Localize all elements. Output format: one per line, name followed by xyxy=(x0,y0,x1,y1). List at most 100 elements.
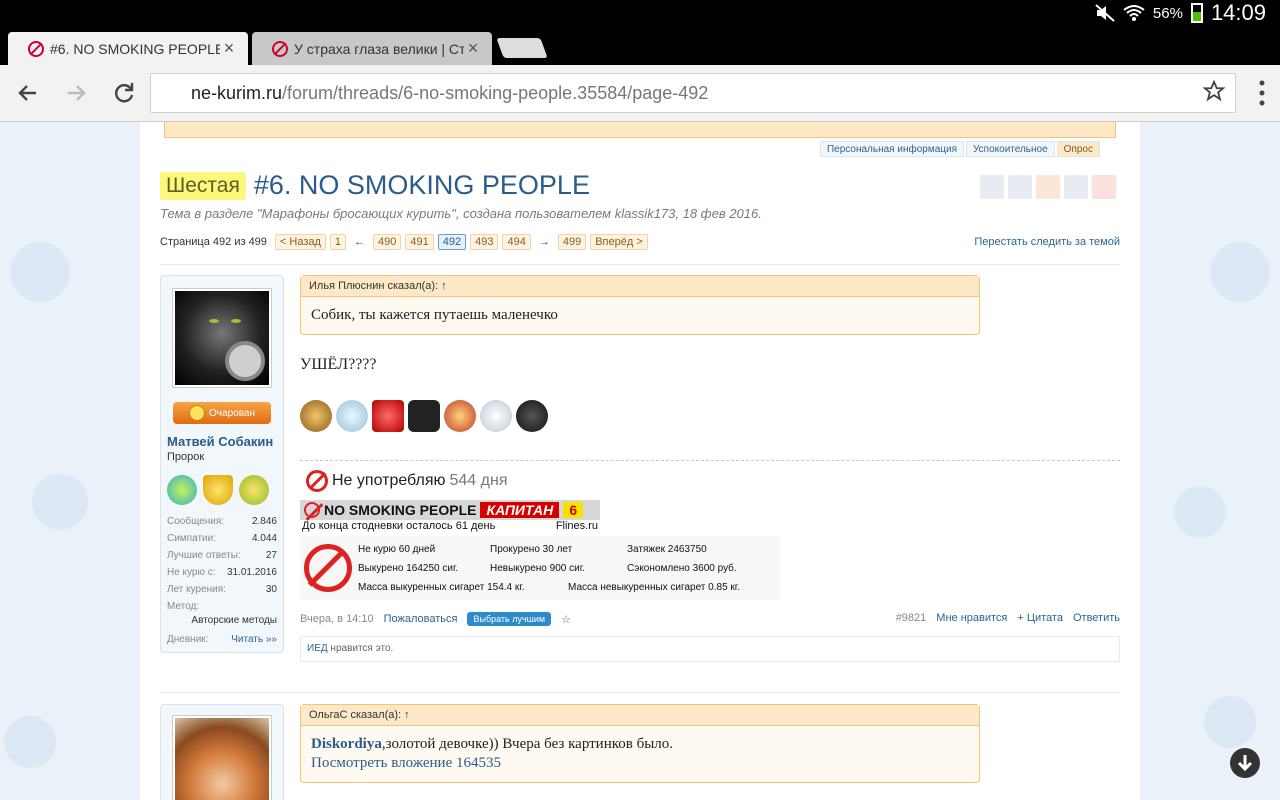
bookmark-star-icon[interactable] xyxy=(1203,80,1225,102)
avatar[interactable] xyxy=(172,715,272,800)
mood-badge[interactable]: Очарован xyxy=(173,402,271,424)
signature-banner[interactable]: NO SMOKING PEOPLE КАПИТАН 6 xyxy=(300,500,600,520)
attachment-link[interactable]: Посмотреть вложение 164535 xyxy=(311,755,969,772)
facebook-share-icon[interactable] xyxy=(1008,175,1032,199)
stat-puffs: Затяжек 2463750 xyxy=(627,544,707,555)
no-smoking-icon xyxy=(306,470,328,492)
tab-strakh-glaza[interactable]: У страха глаза велики | Стр × xyxy=(252,32,492,65)
banner-days-left: До конца стодневки осталось 61 день xyxy=(302,520,496,532)
trophy-globe-icon[interactable] xyxy=(167,475,197,505)
profile-subtabs: Персональная информация Успокоительное О… xyxy=(819,141,1100,157)
pager-right-arrow[interactable]: → xyxy=(535,236,554,248)
google-share-icon[interactable] xyxy=(1092,175,1116,199)
browser-toolbar: ne-kurim.ru/forum/threads/6-no-smoking-p… xyxy=(0,65,1280,122)
trophy-medal-icon[interactable] xyxy=(203,475,233,505)
reply-link[interactable]: Ответить xyxy=(1073,612,1120,624)
pager-left-arrow[interactable]: ← xyxy=(350,236,369,248)
thread-prefix: Шестая xyxy=(160,171,246,200)
divider xyxy=(160,264,1120,265)
subtab-personal-info[interactable]: Персональная информация xyxy=(819,141,964,157)
tab-title: У страха глаза велики | Стр xyxy=(294,40,464,57)
new-tab-button[interactable] xyxy=(496,38,548,58)
no-smoking-label: Не употребляю xyxy=(332,472,446,489)
banner-rank: КАПИТАН xyxy=(480,502,560,518)
tab-strip: #6. NO SMOKING PEOPLE | Стр × У страха г… xyxy=(0,26,1280,65)
quote-block: Илья Плюснин сказал(а): ↑ Собик, ты каже… xyxy=(300,275,980,335)
no-smoking-days: 544 дня xyxy=(449,472,508,489)
stat-smoked-cigs: Выкурено 164250 сиг. xyxy=(358,563,459,574)
quote-body: Собик, ты кажется путаешь маленечко xyxy=(311,307,558,323)
page-link[interactable]: 491 xyxy=(405,234,434,250)
page-link[interactable]: 490 xyxy=(373,234,402,250)
user-title: Пророк xyxy=(167,451,205,463)
best-answer-button[interactable]: Выбрать лучшим xyxy=(467,612,552,626)
quote-header[interactable]: ОльгаС сказал(а): ↑ xyxy=(301,705,979,726)
prev-page-button[interactable]: < Назад xyxy=(274,234,326,250)
back-arrow-icon[interactable] xyxy=(14,79,42,107)
stat-row: Лучшие ответы: 27 xyxy=(167,550,277,561)
unwatch-thread-link[interactable]: Перестать следить за темой xyxy=(974,236,1120,248)
forward-arrow-icon[interactable] xyxy=(62,79,90,107)
user-card xyxy=(160,704,284,800)
page-link-current[interactable]: 492 xyxy=(437,234,467,250)
stop-hand-smiley-icon xyxy=(372,400,404,432)
vk-share-icon[interactable] xyxy=(980,175,1004,199)
no-smoking-icon xyxy=(304,502,320,518)
url-domain: ne-kurim.ru xyxy=(191,82,283,103)
doctor-smiley-icon xyxy=(480,400,512,432)
mailru-share-icon[interactable] xyxy=(1064,175,1088,199)
stat-unsmoked-mass: Масса невыкуренных сигарет 0.85 кг. xyxy=(568,582,740,593)
close-tab-icon[interactable]: × xyxy=(464,38,482,59)
likes-summary: ИЕД нравится это. xyxy=(300,636,1120,662)
close-tab-icon[interactable]: × xyxy=(220,38,238,59)
tab-title: #6. NO SMOKING PEOPLE | Стр xyxy=(50,40,220,57)
thread-meta: Тема в разделе "Марафоны бросающих курит… xyxy=(160,206,762,221)
page-link-first[interactable]: 1 xyxy=(329,234,347,250)
banner-number: 6 xyxy=(563,502,584,518)
banner-title: NO SMOKING PEOPLE xyxy=(324,502,477,518)
stat-row: Лет курения: 30 xyxy=(167,584,277,595)
trophy-arrow-icon[interactable] xyxy=(239,475,269,505)
page-link-last[interactable]: 499 xyxy=(557,234,587,250)
next-page-button[interactable]: Вперёд > xyxy=(590,234,648,250)
stat-row: Не курю с: 31.01.2016 xyxy=(167,567,277,578)
banner-subtitle: До конца стодневки осталось 61 день Flin… xyxy=(300,520,600,532)
address-bar[interactable]: ne-kurim.ru/forum/threads/6-no-smoking-p… xyxy=(150,73,1236,113)
subtab-poll[interactable]: Опрос xyxy=(1056,141,1100,157)
share-buttons xyxy=(980,175,1116,199)
subtab-sedative[interactable]: Успокоительное xyxy=(965,141,1055,157)
username[interactable]: Матвей Собакин xyxy=(167,434,283,449)
quote-text: ,золотой девочке)) Вчера без картинков б… xyxy=(381,736,674,752)
reload-icon[interactable] xyxy=(110,79,138,107)
quote-header[interactable]: Илья Плюснин сказал(а): ↑ xyxy=(301,276,979,297)
crystal-ball-smiley-icon xyxy=(336,400,368,432)
forum-content: Персональная информация Успокоительное О… xyxy=(140,122,1140,800)
post-number[interactable]: #9821 xyxy=(896,612,927,624)
report-link[interactable]: Пожаловаться xyxy=(384,613,458,625)
battery-icon xyxy=(1190,3,1203,23)
divider xyxy=(160,692,1120,693)
page-link[interactable]: 494 xyxy=(502,234,531,250)
site-favicon-icon xyxy=(272,40,288,57)
page-link[interactable]: 493 xyxy=(470,234,499,250)
like-link[interactable]: Мне нравится xyxy=(936,612,1007,624)
user-card: Очарован Матвей Собакин Пророк Сообщения… xyxy=(160,275,284,653)
tab-no-smoking-people[interactable]: #6. NO SMOKING PEOPLE | Стр × xyxy=(8,32,248,65)
favorite-star-icon[interactable]: ☆ xyxy=(561,613,571,626)
thread-title: #6. NO SMOKING PEOPLE xyxy=(253,170,590,200)
quoted-username[interactable]: Diskordiya xyxy=(311,736,382,752)
avatar[interactable] xyxy=(172,288,272,388)
avatar-image xyxy=(175,291,269,385)
user-stats: Сообщения: 2.846 Симпатии: 4.044 Лучшие от… xyxy=(167,513,277,648)
odnoklassniki-share-icon[interactable] xyxy=(1036,175,1060,199)
diary-link[interactable]: Читать »» xyxy=(231,634,277,645)
arrow-down-icon[interactable] xyxy=(1230,748,1260,778)
liker-link[interactable]: ИЕД xyxy=(307,643,328,654)
stat-row: Симпатии: 4.044 xyxy=(167,533,277,544)
quote-link[interactable]: + Цитата xyxy=(1017,612,1063,624)
post-date[interactable]: Вчера, в 14:10 xyxy=(300,613,374,625)
ninja-smiley-icon xyxy=(516,400,548,432)
overflow-menu-icon[interactable] xyxy=(1258,79,1266,107)
stat-not-smoking: Не курю 60 дней xyxy=(358,544,436,555)
trophies xyxy=(167,475,283,505)
